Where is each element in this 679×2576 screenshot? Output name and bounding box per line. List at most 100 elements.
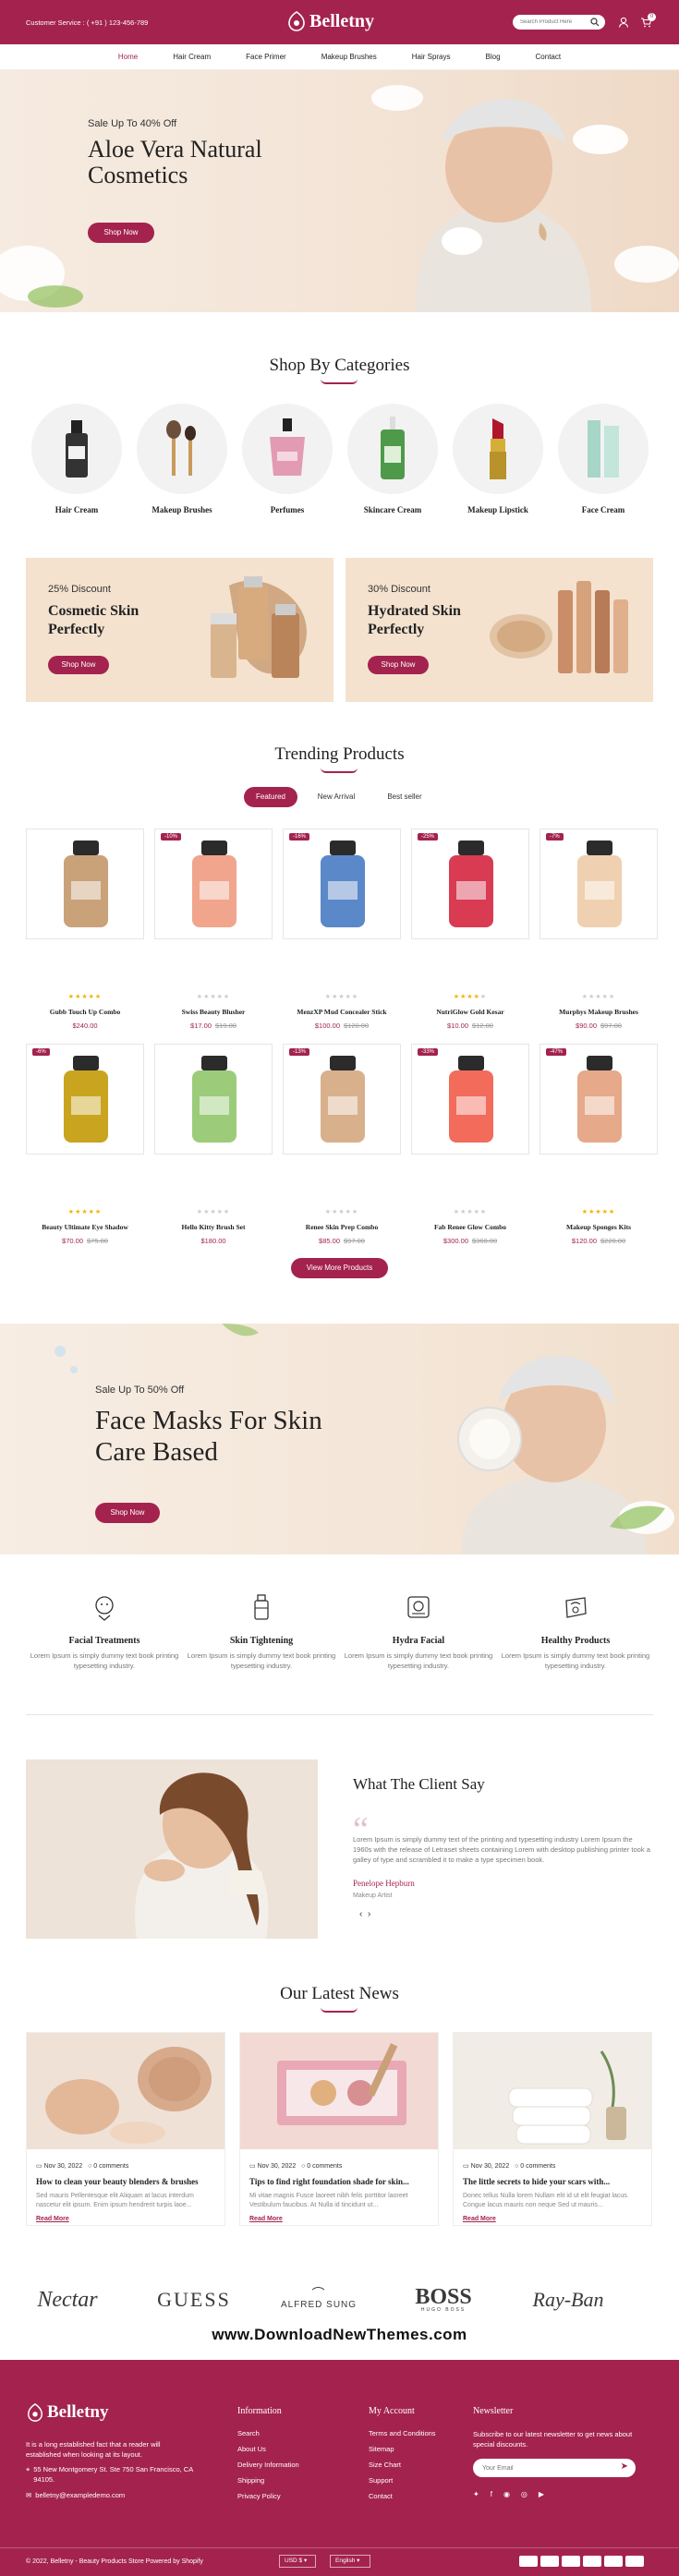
category-makeup-lipstick[interactable]: Makeup Lipstick [453,404,543,514]
pinterest-icon[interactable]: ◉ [503,2490,510,2498]
footer-email[interactable]: ✉ belletny@exampledemo.com [26,2491,125,2499]
face-cream-icon [588,420,619,478]
brand-logo-nectar[interactable]: Nectar [26,2281,109,2318]
testimonial-next-arrow[interactable]: › [368,1909,370,1919]
product-image [577,1056,622,1143]
category-skincare-cream[interactable]: Skincare Cream [347,404,438,514]
logo[interactable]: Belletny [286,10,374,32]
nav-item-hair-sprays[interactable]: Hair Sprays [412,53,451,61]
product-name[interactable]: Makeup Sponges Kits [540,1223,658,1231]
footer-link[interactable]: Privacy Policy [237,2492,299,2500]
facebook-icon[interactable]: f [491,2490,492,2498]
product-card[interactable]: -13% [283,1044,401,1155]
product-name[interactable]: Fab Renee Glow Combo [411,1223,529,1231]
product-card[interactable]: -16% [283,828,401,939]
read-more-link[interactable]: Read More [249,2216,429,2222]
nav-item-contact[interactable]: Contact [536,53,562,61]
product-name[interactable]: Renee Skin Prep Combo [283,1223,401,1231]
brand-logo-boss[interactable]: BOSS HUGO BOSS [397,2281,490,2318]
category-makeup-brushes[interactable]: Makeup Brushes [137,404,227,514]
product-name[interactable]: Swiss Beauty Blusher [154,1008,273,1016]
facial-treatment-icon [95,1596,114,1621]
skincare-cream-icon [381,417,405,479]
banner-shop-now-button[interactable]: Shop Now [368,656,429,674]
product-card[interactable]: -7% [540,828,658,939]
product-card[interactable]: -33% [411,1044,529,1155]
product-card[interactable]: -10% [154,828,273,939]
brand-logo-alfred-sung[interactable]: ⌒ ALFRED SUNG [268,2281,370,2318]
promo-banner-cosmetic[interactable]: 25% Discount Cosmetic Skin Perfectly Shop… [26,558,333,702]
banner-shop-now-button[interactable]: Shop Now [48,656,109,674]
twitter-icon[interactable]: ✦ [473,2490,479,2498]
category-face-cream[interactable]: Face Cream [558,404,649,514]
footer-logo[interactable]: Belletny [26,2402,109,2423]
footer-link[interactable]: Terms and Conditions [369,2429,436,2437]
product-image [64,841,108,927]
news-card[interactable]: ▭ Nov 30, 2022 ○ 0 comments The little s… [453,2032,652,2226]
news-card[interactable]: ▭ Nov 30, 2022 ○ 0 comments How to clean… [26,2032,225,2226]
search-icon[interactable] [590,18,600,27]
newsletter-email-input[interactable] [482,2462,602,2473]
feature-facial-treatments: Facial Treatments Lorem Ipsum is simply … [26,1593,183,1671]
nav-item-hair-cream[interactable]: Hair Cream [173,53,211,61]
footer-link[interactable]: Sitemap [369,2445,436,2453]
discount-badge: -7% [546,833,564,841]
product-image [321,841,365,927]
category-label: Skincare Cream [363,505,422,514]
search-box[interactable] [513,15,605,30]
footer-heading: My Account [369,2406,415,2416]
youtube-icon[interactable]: ▶ [539,2490,544,2498]
nav-item-blog[interactable]: Blog [486,53,501,61]
product-card[interactable]: -6% [26,1044,144,1155]
nav-item-makeup-brushes[interactable]: Makeup Brushes [321,53,377,61]
user-icon[interactable] [618,17,629,28]
hero2-shop-now-button[interactable]: Shop Now [95,1503,160,1523]
news-card[interactable]: ▭ Nov 30, 2022 ○ 0 comments Tips to find… [239,2032,439,2226]
news-title-text[interactable]: Tips to find right foundation shade for … [249,2177,429,2186]
product-name[interactable]: MenzXP Mud Concealer Stick [283,1008,401,1016]
product-name[interactable]: Murphys Makeup Brushes [540,1008,658,1016]
product-card[interactable] [26,828,144,939]
product-name[interactable]: Gubb Touch Up Combo [26,1008,144,1016]
footer-link[interactable]: Contact [369,2492,436,2500]
product-card[interactable]: -25% [411,828,529,939]
tab-featured[interactable]: Featured [244,787,297,807]
send-icon[interactable]: ➤ [621,2461,628,2472]
footer-address: ⌖ 55 New Montgomery St. Ste 750 San Franc… [26,2465,193,2484]
hero-shop-now-button[interactable]: Shop Now [88,223,154,243]
category-hair-cream[interactable]: Hair Cream [31,404,122,514]
language-select[interactable]: English ▾ [330,2555,370,2568]
nav-item-face-primer[interactable]: Face Primer [246,53,286,61]
cart-count-badge: 0 [648,13,656,21]
price-current: $85.00 [319,1237,340,1245]
testimonial-prev-arrow[interactable]: ‹ [359,1909,362,1919]
product-name[interactable]: NutriGlow Gold Kesar [411,1008,529,1016]
news-title-text[interactable]: The little secrets to hide your scars wi… [463,2177,642,2186]
brand-logo-guess[interactable]: GUESS [148,2281,240,2318]
product-card[interactable] [154,1044,273,1155]
footer-link[interactable]: Delivery Information [237,2461,299,2469]
product-name[interactable]: Hello Kitty Brush Set [154,1223,273,1231]
footer-link[interactable]: Size Chart [369,2461,436,2469]
read-more-link[interactable]: Read More [463,2216,642,2222]
product-name[interactable]: Beauty Ultimate Eye Shadow [26,1223,144,1231]
search-input[interactable] [520,18,585,27]
instagram-icon[interactable]: ◎ [521,2490,527,2498]
promo-banner-hydrated[interactable]: 30% Discount Hydrated Skin Perfectly Shop… [346,558,653,702]
tab-new-arrival[interactable]: New Arrival [307,787,366,807]
footer-link[interactable]: Search [237,2429,299,2437]
hero-title: Aloe Vera Natural Cosmetics [88,137,262,188]
read-more-link[interactable]: Read More [36,2216,215,2222]
footer-link[interactable]: Shipping [237,2476,299,2485]
nav-item-home[interactable]: Home [118,53,138,61]
brand-logo-ray-ban[interactable]: Ray-Ban [522,2281,614,2318]
footer-link[interactable]: Support [369,2476,436,2485]
currency-select[interactable]: USD $ ▾ [279,2555,316,2568]
product-card[interactable]: -47% [540,1044,658,1155]
footer-link[interactable]: About Us [237,2445,299,2453]
tab-best-seller[interactable]: Best seller [375,787,434,807]
category-perfumes[interactable]: Perfumes [242,404,333,514]
product-info: ★★★★★ Fab Renee Glow Combo $300.00 $360.00 [411,1208,529,1245]
news-title-text[interactable]: How to clean your beauty blenders & brus… [36,2177,215,2186]
view-more-products-button[interactable]: View More Products [291,1258,388,1278]
